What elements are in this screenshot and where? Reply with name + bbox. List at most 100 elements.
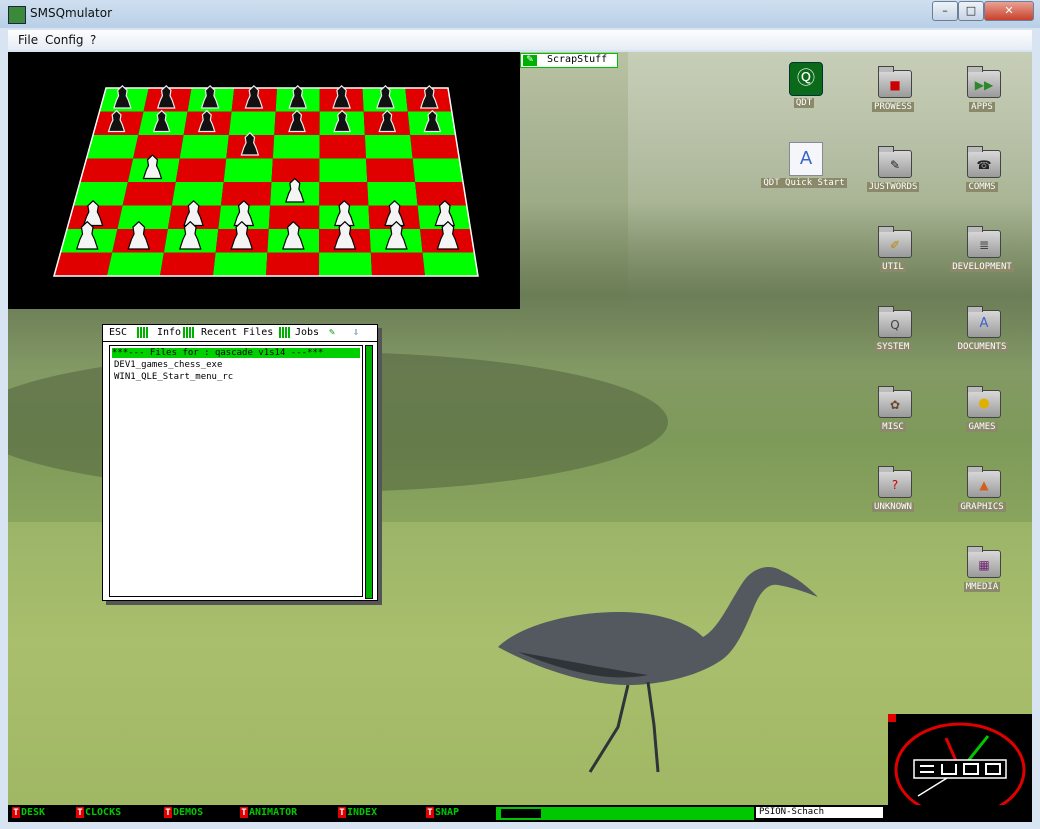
apps-folder-icon: ▶▶ [967,66,1001,98]
board-square[interactable] [213,252,268,277]
board-square[interactable] [179,135,229,159]
unknown-folder-icon: ? [878,466,912,498]
chess-board[interactable] [8,52,520,309]
logo-corner-marker [888,714,896,722]
file-list[interactable]: ***--- Files for : qascade v1s14 ---*** … [109,345,363,597]
desktop-icon-apps[interactable]: ▶▶ APPS [937,66,1027,128]
board-square[interactable] [54,252,113,277]
icon-label: GRAPHICS [958,502,1006,512]
board-square[interactable] [266,252,320,277]
desktop-icon-comms[interactable]: ☎ COMMS [937,146,1027,208]
board-square[interactable] [412,158,463,183]
icon-label: DOCUMENTS [955,342,1009,352]
graphics-folder-icon: ▲ [967,466,1001,498]
board-square[interactable] [415,182,467,206]
development-folder-icon: ≣ [967,226,1001,258]
desktop-icon-unknown[interactable]: ? UNKNOWN [848,466,938,528]
system-folder-icon: Q [878,306,912,338]
board-square[interactable] [366,158,416,183]
scrap-label: ScrapStuff [547,54,608,65]
tab-divider [183,327,195,338]
taskbar-item-index[interactable]: T INDEX [338,807,377,819]
board-square[interactable] [175,158,227,183]
qpac-taskbar: T DESK T CLOCKS T DEMOS T ANIMATOR T INDEX TS… [8,805,1032,822]
board-square[interactable] [160,252,216,277]
close-button[interactable]: ✕ [984,1,1034,21]
t-mark-icon: T [76,807,84,818]
comms-folder-icon: ☎ [967,146,1001,178]
board-square[interactable] [370,252,425,277]
icon-label: COMMS [966,182,998,192]
board-square[interactable] [117,205,172,230]
board-square[interactable] [410,135,460,159]
tab-jobs[interactable]: Jobs [295,327,319,338]
active-task-label[interactable]: PSION-Schach [756,807,883,818]
desktop-icon-util[interactable]: ✐ UTIL [848,226,938,288]
scrapstuff-button[interactable]: ✎ ScrapStuff [520,53,618,68]
board-square[interactable] [122,182,176,206]
list-item[interactable]: WIN1_QLE_Start_menu_rc [114,372,233,382]
menu-help[interactable]: ? [90,33,96,47]
icon-label: MMEDIA [963,582,1001,592]
taskbar-item-demos[interactable]: T DEMOS [164,807,203,819]
desktop-icon-system[interactable]: Q SYSTEM [848,306,938,368]
icon-label: QDT Quick Start [761,178,847,188]
maximize-button[interactable]: □ [958,1,984,21]
qdt-logo-icon: Ⓠ [789,62,823,96]
taskbar-item-clocks[interactable]: T CLOCKS [76,807,121,819]
tab-recent-files[interactable]: Recent Files [201,327,273,338]
board-square[interactable] [319,252,372,277]
board-square[interactable] [223,158,273,183]
board-square[interactable] [171,182,224,206]
board-square[interactable] [319,135,367,159]
desktop-icon-mmedia[interactable]: ▦ MMEDIA [937,546,1027,608]
desktop-icon-justwords[interactable]: ✎ JUSTWORDS [848,146,938,208]
desktop-icon-qdt[interactable]: Ⓠ QDT [759,62,849,120]
desktop-icon-misc[interactable]: ✿ MISC [848,386,938,448]
board-square[interactable] [228,111,276,136]
prowess-folder-icon: ■ [878,66,912,98]
t-mark-icon: T [164,807,172,818]
tab-divider [137,327,149,338]
icon-label: QDT [793,98,815,108]
board-square[interactable] [107,252,164,277]
title-bar[interactable]: SMSQmulator – □ ✕ [0,0,1040,28]
board-square[interactable] [80,158,134,183]
minimize-button[interactable]: – [932,1,958,21]
file-list-scrollbar[interactable] [365,345,373,599]
desktop-icon-documents[interactable]: A DOCUMENTS [937,306,1027,368]
board-square[interactable] [133,135,184,159]
justwords-folder-icon: ✎ [878,146,912,178]
tab-info[interactable]: Info [157,327,181,338]
taskbar-item-animator[interactable]: T ANIMATOR [240,807,297,819]
recent-files-tabs: ESC Info Recent Files Jobs ✎ ⇩ [103,325,377,342]
t-mark-icon: T [426,807,434,818]
desktop-icon-prowess[interactable]: ■ PROWESS [848,66,938,128]
desktop-icon-graphics[interactable]: ▲ GRAPHICS [937,466,1027,528]
taskbar-progress-bar[interactable] [496,807,754,820]
taskbar-item-snap[interactable]: T SNAP [426,807,459,819]
games-folder-icon: ● [967,386,1001,418]
board-square[interactable] [319,158,368,183]
chess-game-window[interactable] [8,52,520,309]
desktop-icon-games[interactable]: ● GAMES [937,386,1027,448]
menu-file[interactable]: File [18,33,38,47]
board-square[interactable] [422,252,478,277]
board-square[interactable] [367,182,418,206]
taskbar-item-desk[interactable]: T DESK [12,807,45,819]
board-square[interactable] [73,182,128,206]
board-square[interactable] [220,182,272,206]
app-icon [8,6,26,24]
list-item[interactable]: DEV1_games_chess_exe [114,360,222,370]
edit-icon[interactable]: ✎ [329,327,335,338]
menu-config[interactable]: Config [45,33,84,47]
board-square[interactable] [364,135,413,159]
arrow-down-icon[interactable]: ⇩ [353,327,359,338]
desktop-icon-qdt-quick-start[interactable]: A QDT Quick Start [759,142,849,200]
icon-label: JUSTWORDS [866,182,920,192]
board-square[interactable] [86,135,139,159]
tab-esc[interactable]: ESC [109,327,127,338]
desktop-icon-development[interactable]: ≣ DEVELOPMENT [937,226,1027,288]
board-square[interactable] [272,135,320,159]
window-title: SMSQmulator [30,6,112,20]
